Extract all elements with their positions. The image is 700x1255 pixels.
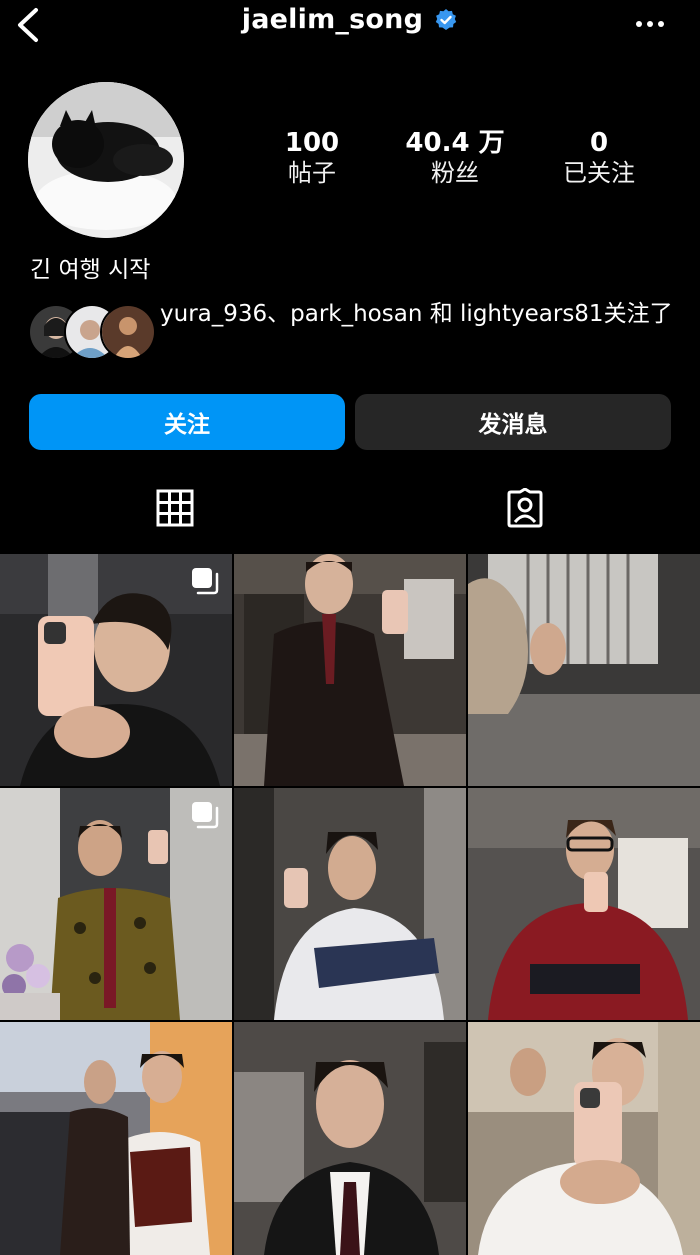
stat-posts-label: 帖子 [288, 159, 336, 187]
post-thumbnail[interactable] [468, 554, 700, 786]
username-title: jaelim_song [241, 4, 424, 35]
post-photo [234, 788, 466, 1020]
profile-tabs [0, 470, 700, 554]
post-photo [468, 788, 700, 1020]
stat-followers-value: 40.4 万 [405, 128, 505, 158]
mutual-avatar-photo [102, 306, 154, 358]
mutual-avatars[interactable] [28, 304, 158, 360]
post-thumbnail[interactable] [0, 788, 232, 1020]
message-button[interactable]: 发消息 [355, 394, 671, 450]
post-thumbnail[interactable] [234, 1022, 466, 1255]
post-photo [468, 554, 700, 786]
mutual-followers-text[interactable]: yura_936、park_hosan 和 lightyears81关注了 [160, 298, 680, 330]
stat-following-value: 0 [589, 128, 609, 158]
post-thumbnail[interactable] [234, 554, 466, 786]
post-thumbnail[interactable] [0, 1022, 232, 1255]
profile-avatar[interactable] [28, 82, 184, 238]
post-thumbnail[interactable] [468, 788, 700, 1020]
mutual-avatar [100, 304, 156, 360]
post-thumbnail[interactable] [468, 1022, 700, 1255]
tagged-icon[interactable] [505, 488, 545, 528]
stat-followers-label: 粉丝 [431, 159, 479, 187]
post-photo [0, 1022, 232, 1255]
stat-followers[interactable]: 40.4 万 粉丝 [395, 128, 515, 188]
multiple-photos-icon [192, 802, 219, 829]
stat-posts-value: 100 [284, 128, 340, 158]
grid-icon[interactable] [155, 488, 195, 528]
bio-text: 긴 여행 시작 [30, 257, 151, 283]
post-thumbnail[interactable] [234, 788, 466, 1020]
multiple-photos-icon [192, 568, 219, 595]
title-wrap: jaelim_song [0, 4, 700, 35]
follow-button[interactable]: 关注 [29, 394, 345, 450]
post-thumbnail[interactable] [0, 554, 232, 786]
stat-following-label: 已关注 [563, 159, 635, 187]
verified-badge-icon [436, 8, 457, 30]
top-bar: jaelim_song [0, 0, 700, 50]
stat-following[interactable]: 0 已关注 [539, 128, 659, 188]
avatar-photo [28, 82, 184, 238]
more-horizontal-icon[interactable] [634, 12, 666, 36]
post-photo [468, 1022, 700, 1255]
post-photo [234, 554, 466, 786]
post-photo [234, 1022, 466, 1255]
stat-posts[interactable]: 100 帖子 [252, 128, 372, 188]
